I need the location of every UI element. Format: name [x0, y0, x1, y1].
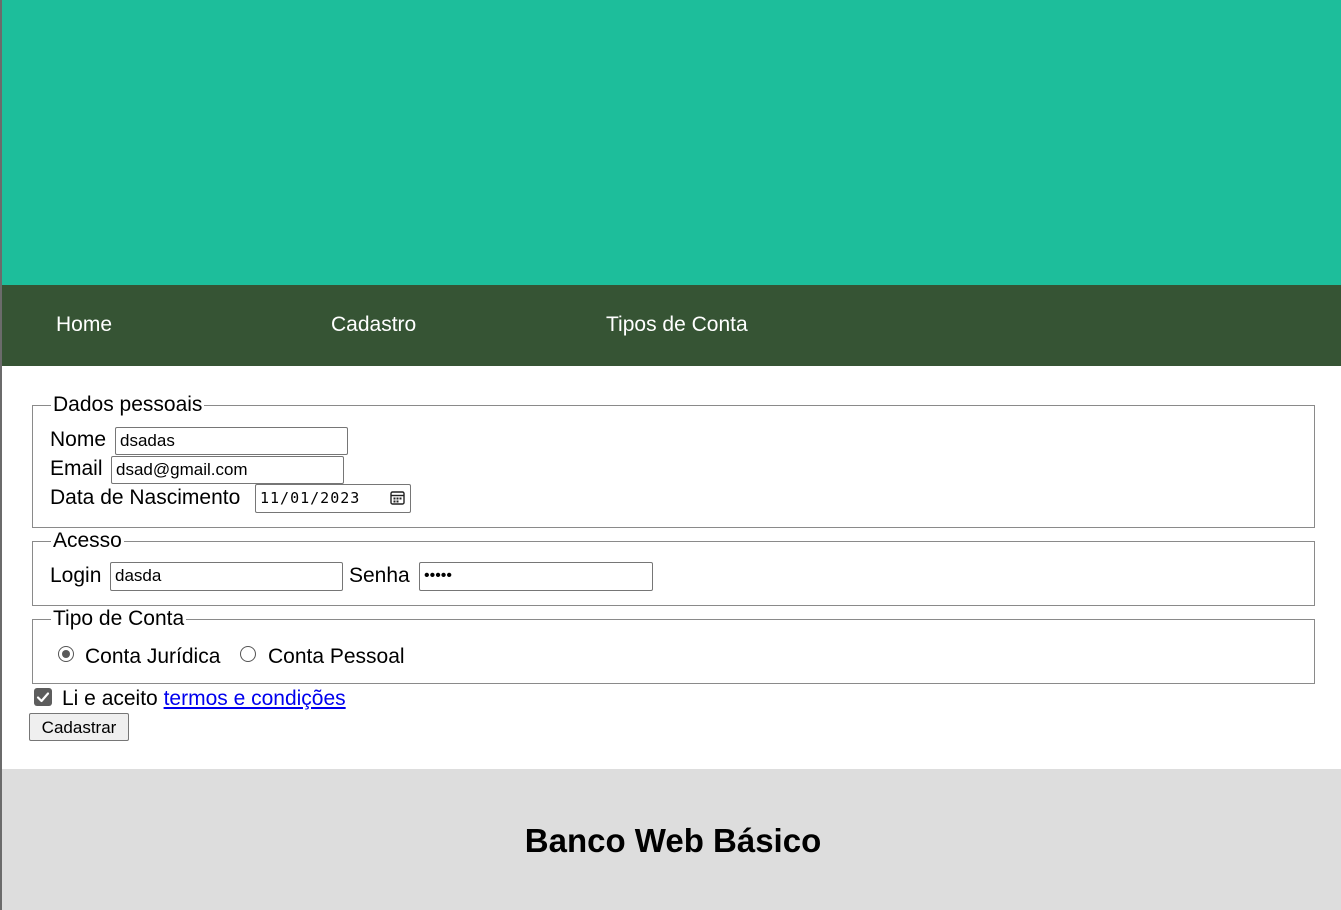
nav-cadastro-link[interactable]: Cadastro	[331, 313, 416, 337]
account-type-legend: Tipo de Conta	[51, 607, 187, 631]
name-input[interactable]: dsadas	[115, 427, 348, 455]
login-input[interactable]: dasda	[110, 562, 343, 591]
checkmark-icon	[36, 692, 50, 703]
name-label: Nome	[50, 428, 107, 451]
footer-title: Banco Web Básico	[524, 822, 822, 859]
birth-date-input[interactable]: 11/01/2023	[255, 484, 411, 513]
calendar-icon[interactable]	[390, 490, 405, 505]
account-type-fieldset: Tipo de Conta	[32, 607, 1315, 684]
radio-conta-pessoal-label: Conta Pessoal	[268, 645, 405, 668]
password-input[interactable]: •••••	[419, 562, 653, 591]
nav-tipos-de-conta-link[interactable]: Tipos de Conta	[606, 313, 748, 337]
login-label: Login	[50, 564, 102, 587]
terms-checkbox[interactable]	[34, 688, 52, 706]
personal-data-legend: Dados pessoais	[51, 393, 205, 417]
radio-conta-pessoal[interactable]	[240, 646, 256, 662]
email-input[interactable]: dsad@gmail.com	[111, 456, 344, 484]
password-label: Senha	[349, 564, 410, 587]
access-legend: Acesso	[51, 529, 124, 553]
terms-prefix: Li e aceito	[62, 687, 158, 710]
cadastrar-button[interactable]: Cadastrar	[29, 713, 129, 741]
terms-link[interactable]: termos e condições	[164, 687, 346, 710]
terms-text: Li e aceito termos e condições	[62, 687, 346, 711]
radio-conta-juridica[interactable]	[58, 646, 74, 662]
nav-home-link[interactable]: Home	[56, 313, 112, 337]
radio-conta-juridica-label: Conta Jurídica	[85, 645, 221, 668]
birth-date-label: Data de Nascimento	[50, 486, 241, 509]
email-label: Email	[50, 457, 103, 480]
hero-banner	[0, 0, 1341, 285]
window-left-border	[0, 0, 2, 910]
birth-date-value: 11/01/2023	[260, 489, 361, 507]
